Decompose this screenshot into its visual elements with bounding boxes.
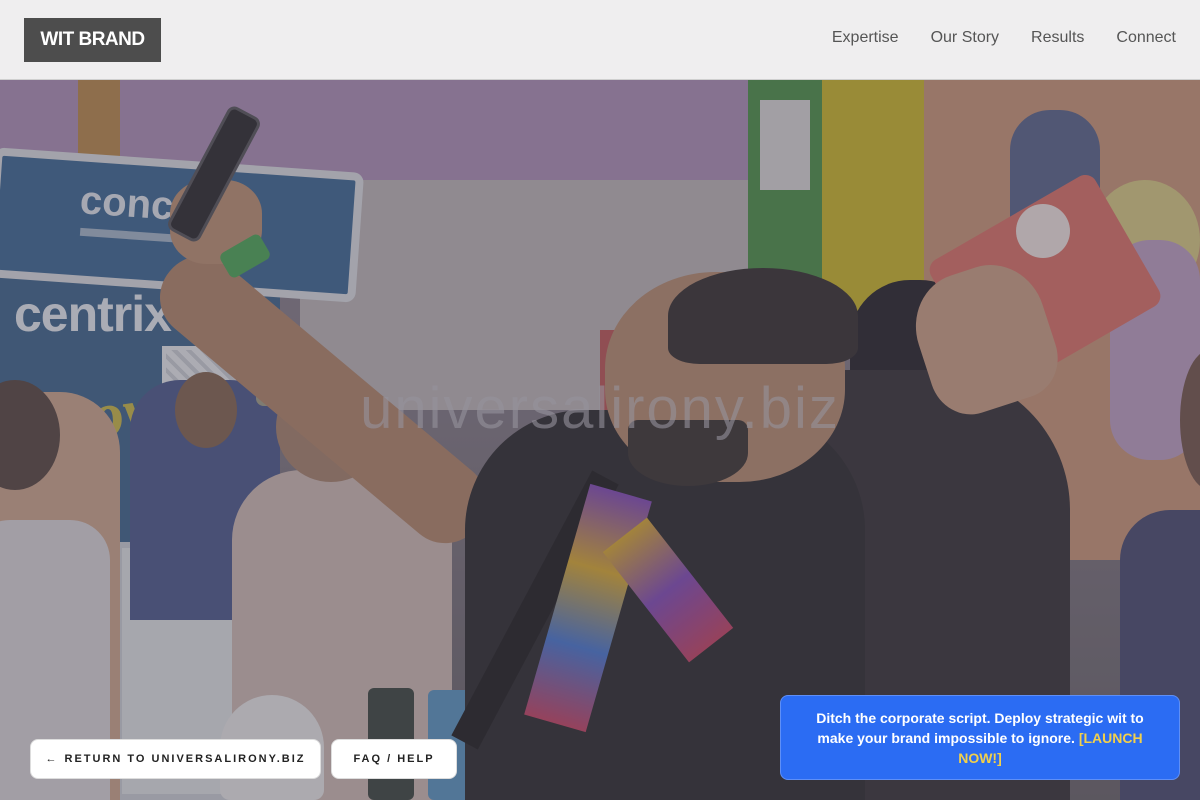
site-header: WIT BRAND Expertise Our Story Results Co… [0, 0, 1200, 80]
faq-button[interactable]: FAQ / HELP [331, 739, 457, 779]
arrow-left-icon: ← [45, 753, 57, 765]
brand-logo[interactable]: WIT BRAND [24, 18, 161, 62]
watermark-text: universalirony.biz [360, 376, 840, 441]
return-button[interactable]: ← RETURN TO UNIVERSALIRONY.BIZ [30, 739, 321, 779]
hero-photo: concen centrix Love! universalirony.biz [0, 0, 1200, 800]
nav-link-expertise[interactable]: Expertise [832, 29, 899, 47]
nav-link-our-story[interactable]: Our Story [931, 29, 999, 47]
main-nav: Expertise Our Story Results Connect [832, 29, 1176, 47]
return-button-label: RETURN TO UNIVERSALIRONY.BIZ [64, 753, 306, 765]
nav-link-results[interactable]: Results [1031, 29, 1084, 47]
nav-link-connect[interactable]: Connect [1116, 29, 1176, 47]
promo-callout: Ditch the corporate script. Deploy strat… [780, 695, 1180, 780]
faq-button-label: FAQ / HELP [353, 753, 435, 765]
